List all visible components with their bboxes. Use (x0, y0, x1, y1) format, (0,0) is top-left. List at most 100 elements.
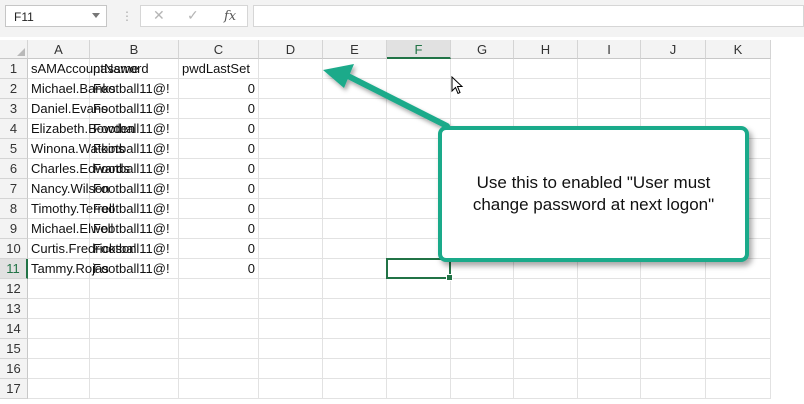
cell-j3[interactable] (641, 99, 706, 119)
cell-e11[interactable] (323, 259, 387, 279)
row-header-8[interactable]: 8 (0, 199, 28, 219)
cell-b13[interactable] (90, 299, 179, 319)
cell-k12[interactable] (706, 279, 771, 299)
cell-d8[interactable] (259, 199, 323, 219)
cell-i13[interactable] (578, 299, 641, 319)
cell-f2[interactable] (387, 79, 451, 99)
cell-e13[interactable] (323, 299, 387, 319)
cell-b10[interactable]: Football11@! (90, 239, 179, 259)
cell-i15[interactable] (578, 339, 641, 359)
cell-j15[interactable] (641, 339, 706, 359)
cell-j2[interactable] (641, 79, 706, 99)
insert-function-icon[interactable]: fx (224, 9, 236, 24)
cell-i11[interactable] (578, 259, 641, 279)
cell-b12[interactable] (90, 279, 179, 299)
cell-e15[interactable] (323, 339, 387, 359)
cell-c11[interactable]: 0 (179, 259, 259, 279)
cell-d12[interactable] (259, 279, 323, 299)
fill-handle[interactable] (446, 274, 453, 281)
cell-d9[interactable] (259, 219, 323, 239)
cell-j14[interactable] (641, 319, 706, 339)
cell-k3[interactable] (706, 99, 771, 119)
cell-k2[interactable] (706, 79, 771, 99)
column-header-g[interactable]: G (451, 40, 514, 59)
cell-b1[interactable]: password (90, 59, 179, 79)
cell-d14[interactable] (259, 319, 323, 339)
cell-h13[interactable] (514, 299, 578, 319)
cell-h12[interactable] (514, 279, 578, 299)
cell-a5[interactable]: Winona.Watkins (28, 139, 124, 159)
cell-b9[interactable]: Football11@! (90, 219, 179, 239)
row-header-3[interactable]: 3 (0, 99, 28, 119)
cell-i16[interactable] (578, 359, 641, 379)
cell-b4[interactable]: Football11@! (90, 119, 179, 139)
cell-e16[interactable] (323, 359, 387, 379)
select-all-corner[interactable] (0, 40, 28, 59)
cell-c4[interactable]: 0 (179, 119, 259, 139)
enter-icon[interactable]: ✓ (187, 7, 199, 24)
cell-d11[interactable] (259, 259, 323, 279)
drag-handle-icon[interactable]: ⋮ (121, 9, 134, 23)
cell-h16[interactable] (514, 359, 578, 379)
column-header-d[interactable]: D (259, 40, 323, 59)
cell-f12[interactable] (387, 279, 451, 299)
cell-f16[interactable] (387, 359, 451, 379)
row-header-6[interactable]: 6 (0, 159, 28, 179)
cell-b3[interactable]: Football11@! (90, 99, 179, 119)
cell-f15[interactable] (387, 339, 451, 359)
cell-f17[interactable] (387, 379, 451, 399)
cell-c1[interactable]: pwdLastSet (179, 59, 259, 79)
cell-g11[interactable] (451, 259, 514, 279)
cell-a13[interactable] (28, 299, 90, 319)
row-header-2[interactable]: 2 (0, 79, 28, 99)
cell-e8[interactable] (323, 199, 387, 219)
cell-a14[interactable] (28, 319, 90, 339)
cell-h2[interactable] (514, 79, 578, 99)
cell-b5[interactable]: Football11@! (90, 139, 179, 159)
cell-g16[interactable] (451, 359, 514, 379)
cell-a9[interactable]: Michael.Elwell (28, 219, 113, 239)
cell-b8[interactable]: Football11@! (90, 199, 179, 219)
column-header-a[interactable]: A (28, 40, 90, 59)
cell-j13[interactable] (641, 299, 706, 319)
row-header-7[interactable]: 7 (0, 179, 28, 199)
row-header-15[interactable]: 15 (0, 339, 28, 359)
cell-c10[interactable]: 0 (179, 239, 259, 259)
cell-e9[interactable] (323, 219, 387, 239)
cell-h1[interactable] (514, 59, 578, 79)
cell-h11[interactable] (514, 259, 578, 279)
cell-a11[interactable]: Tammy.Rojas (28, 259, 109, 279)
cell-a4[interactable]: Elizabeth.Bowden (28, 119, 135, 139)
column-header-f[interactable]: F (387, 40, 451, 59)
cell-i2[interactable] (578, 79, 641, 99)
row-header-13[interactable]: 13 (0, 299, 28, 319)
cell-c7[interactable]: 0 (179, 179, 259, 199)
cell-b6[interactable]: Football11@! (90, 159, 179, 179)
cell-b2[interactable]: Football11@! (90, 79, 179, 99)
column-header-k[interactable]: K (706, 40, 771, 59)
column-header-j[interactable]: J (641, 40, 706, 59)
cancel-icon[interactable]: ✕ (153, 7, 165, 24)
cell-j17[interactable] (641, 379, 706, 399)
cell-g14[interactable] (451, 319, 514, 339)
cell-g3[interactable] (451, 99, 514, 119)
cell-b16[interactable] (90, 359, 179, 379)
cell-e7[interactable] (323, 179, 387, 199)
cell-c9[interactable]: 0 (179, 219, 259, 239)
cell-h3[interactable] (514, 99, 578, 119)
cell-e6[interactable] (323, 159, 387, 179)
cell-g13[interactable] (451, 299, 514, 319)
cell-e17[interactable] (323, 379, 387, 399)
row-header-5[interactable]: 5 (0, 139, 28, 159)
cell-e10[interactable] (323, 239, 387, 259)
cell-c5[interactable]: 0 (179, 139, 259, 159)
cell-c17[interactable] (179, 379, 259, 399)
cell-d4[interactable] (259, 119, 323, 139)
cell-e4[interactable] (323, 119, 387, 139)
cell-d13[interactable] (259, 299, 323, 319)
cell-a2[interactable]: Michael.Banks (28, 79, 116, 99)
active-cell-selection[interactable] (386, 258, 453, 281)
cell-j1[interactable] (641, 59, 706, 79)
cell-d6[interactable] (259, 159, 323, 179)
cell-e2[interactable] (323, 79, 387, 99)
